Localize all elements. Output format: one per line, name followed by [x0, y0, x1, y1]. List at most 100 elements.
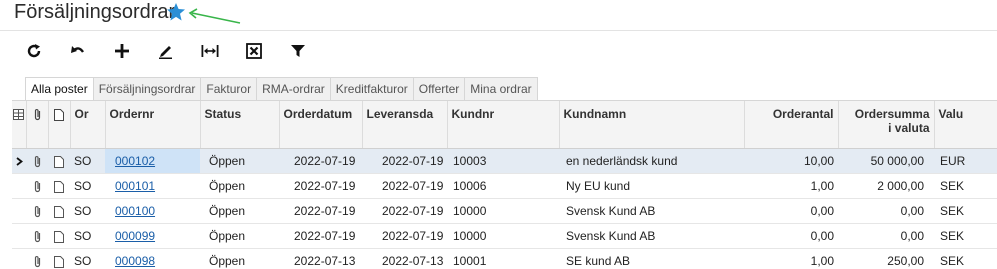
table-header-row: Or Ordernr Status Orderdatum Leveransda … [12, 101, 997, 149]
cell-valuta: SEK [934, 199, 997, 224]
column-header-ordertyp[interactable]: Or [70, 101, 105, 149]
row-attachment[interactable] [26, 249, 48, 269]
cell-kundnamn: Svensk Kund AB [559, 224, 744, 249]
note-icon [54, 156, 64, 168]
ordernr-link[interactable]: 000099 [115, 229, 155, 243]
cell-valuta: SEK [934, 249, 997, 269]
table-row[interactable]: SO000101Öppen2022-07-192022-07-1910006Ny… [12, 174, 997, 199]
tab-alla-poster[interactable]: Alla poster [25, 77, 94, 102]
tab-offerter[interactable]: Offerter [414, 77, 465, 101]
column-header-valuta[interactable]: Valu [934, 101, 997, 149]
column-header-kundnamn[interactable]: Kundnamn [559, 101, 744, 149]
fit-columns-icon [201, 44, 219, 58]
column-header-leveransdatum[interactable]: Leveransda [362, 101, 447, 149]
column-header-ordernr[interactable]: Ordernr [105, 101, 200, 149]
table-row[interactable]: SO000100Öppen2022-07-192022-07-1910000Sv… [12, 199, 997, 224]
row-selector[interactable] [12, 149, 26, 174]
current-row-indicator-icon [16, 157, 23, 166]
cell-leveransdatum: 2022-07-13 [362, 249, 447, 269]
edit-button[interactable] [148, 38, 184, 64]
ordersumma-header-line2: i valuta [888, 121, 929, 135]
fit-columns-button[interactable] [192, 38, 228, 64]
cell-ordernr: 000101 [105, 174, 200, 199]
note-column-header[interactable] [48, 101, 70, 149]
tab-forsaljningsordrar[interactable]: Försäljningsordrar [94, 77, 202, 101]
ordernr-link[interactable]: 000100 [115, 204, 155, 218]
paperclip-icon [33, 108, 42, 121]
cell-kundnr: 10000 [447, 199, 559, 224]
tab-rma-ordrar[interactable]: RMA-ordrar [257, 77, 331, 101]
cell-orderdatum: 2022-07-19 [279, 199, 362, 224]
toolbar [16, 38, 324, 64]
column-header-orderantal[interactable]: Orderantal [744, 101, 838, 149]
cell-valuta: SEK [934, 224, 997, 249]
paperclip-icon [33, 205, 42, 218]
orders-table: Or Ordernr Status Orderdatum Leveransda … [12, 101, 997, 269]
cell-leveransdatum: 2022-07-19 [362, 224, 447, 249]
row-note[interactable] [48, 249, 70, 269]
cell-ordernr: 000098 [105, 249, 200, 269]
cell-kundnamn: SE kund AB [559, 249, 744, 269]
refresh-button[interactable] [16, 38, 52, 64]
column-header-status[interactable]: Status [200, 101, 279, 149]
cell-orderdatum: 2022-07-19 [279, 174, 362, 199]
cell-ordersumma: 0,00 [838, 199, 934, 224]
filter-button[interactable] [280, 38, 316, 64]
row-note[interactable] [48, 224, 70, 249]
row-selector[interactable] [12, 174, 26, 199]
cell-kundnr: 10001 [447, 249, 559, 269]
cell-ordersumma: 2 000,00 [838, 174, 934, 199]
column-header-orderdatum[interactable]: Orderdatum [279, 101, 362, 149]
cell-ordertyp: SO [70, 199, 105, 224]
export-excel-button[interactable] [236, 38, 272, 64]
cell-kundnamn: Svensk Kund AB [559, 199, 744, 224]
tab-kreditfakturor[interactable]: Kreditfakturor [331, 77, 414, 101]
row-selector[interactable] [12, 199, 26, 224]
row-attachment[interactable] [26, 174, 48, 199]
cell-leveransdatum: 2022-07-19 [362, 174, 447, 199]
row-attachment[interactable] [26, 199, 48, 224]
note-icon [54, 109, 64, 121]
paperclip-icon [33, 230, 42, 243]
cell-ordersumma: 50 000,00 [838, 149, 934, 174]
ordernr-link[interactable]: 000101 [115, 179, 155, 193]
column-settings-icon [13, 109, 24, 120]
ordernr-link[interactable]: 000098 [115, 254, 155, 268]
column-header-kundnr[interactable]: Kundnr [447, 101, 559, 149]
column-header-ordersumma[interactable]: Ordersummai valuta [838, 101, 934, 149]
table-row[interactable]: SO000098Öppen2022-07-132022-07-1310001SE… [12, 249, 997, 269]
cell-ordersumma: 250,00 [838, 249, 934, 269]
row-selector[interactable] [12, 224, 26, 249]
row-selector[interactable] [12, 249, 26, 269]
row-note[interactable] [48, 149, 70, 174]
cell-leveransdatum: 2022-07-19 [362, 149, 447, 174]
row-attachment[interactable] [26, 224, 48, 249]
orders-grid: Or Ordernr Status Orderdatum Leveransda … [12, 100, 997, 269]
cell-kundnr: 10006 [447, 174, 559, 199]
cell-kundnr: 10000 [447, 224, 559, 249]
row-note[interactable] [48, 174, 70, 199]
favorite-star-icon[interactable] [166, 2, 186, 22]
cell-kundnamn: Ny EU kund [559, 174, 744, 199]
cell-status: Öppen [200, 174, 279, 199]
cell-ordertyp: SO [70, 174, 105, 199]
note-icon [54, 206, 64, 218]
cell-kundnr: 10003 [447, 149, 559, 174]
cell-orderantal: 1,00 [744, 174, 838, 199]
table-row[interactable]: SO000102Öppen2022-07-192022-07-1910003en… [12, 149, 997, 174]
table-row[interactable]: SO000099Öppen2022-07-192022-07-1910000Sv… [12, 224, 997, 249]
undo-icon [70, 43, 86, 59]
cell-status: Öppen [200, 224, 279, 249]
add-icon [115, 44, 129, 58]
ordernr-link[interactable]: 000102 [115, 154, 155, 168]
attachment-column-header[interactable] [26, 101, 48, 149]
row-note[interactable] [48, 199, 70, 224]
note-icon [54, 181, 64, 193]
column-settings-header[interactable] [12, 101, 26, 149]
paperclip-icon [33, 255, 42, 268]
add-button[interactable] [104, 38, 140, 64]
tab-fakturor[interactable]: Fakturor [201, 77, 257, 101]
row-attachment[interactable] [26, 149, 48, 174]
undo-button[interactable] [60, 38, 96, 64]
tab-mina-ordrar[interactable]: Mina ordrar [465, 77, 537, 101]
